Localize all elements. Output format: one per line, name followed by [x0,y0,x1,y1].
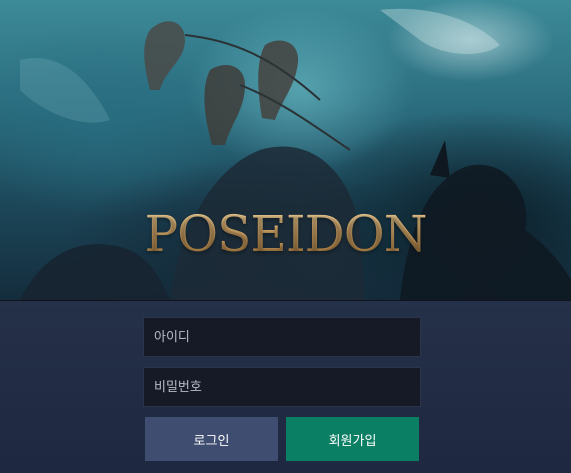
figure-1 [144,21,185,90]
horn-shape [430,140,450,178]
signup-button[interactable]: 회원가입 [286,417,419,461]
login-button[interactable]: 로그인 [145,417,278,461]
logo-text: POSEIDON [0,205,571,263]
chain-line [239,84,351,151]
spray-highlight [380,8,500,55]
figure-3 [258,40,299,120]
login-page: POSEIDON 로그인 회원가입 [0,0,571,473]
hero-banner: POSEIDON [0,0,571,301]
figure-2 [204,65,245,145]
spray-highlight [20,58,110,123]
username-input[interactable] [143,317,421,357]
password-input[interactable] [143,367,421,407]
